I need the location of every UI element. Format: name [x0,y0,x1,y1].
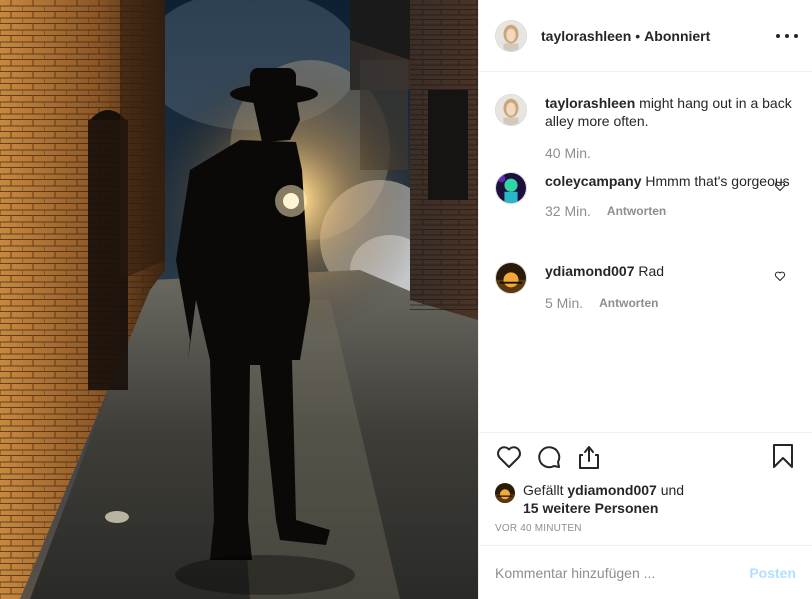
post-timestamp[interactable]: VOR 40 MINUTEN [479,523,812,534]
author-avatar[interactable] [495,19,527,52]
post-comment-button[interactable]: Posten [749,565,796,581]
post-side-panel: taylorashleen • Abonniert taylorashleen … [478,0,812,599]
separator-dot: • [635,27,641,44]
caption-time[interactable]: 40 Min. [545,144,591,162]
action-bar [479,433,812,481]
author-avatar[interactable] [495,94,527,126]
comment-item: coleycampany Hmmm that's gorgeous 32 Min… [495,172,796,220]
comment-icon[interactable] [535,443,563,471]
post-photo[interactable] [0,0,478,599]
post-header: taylorashleen • Abonniert [479,0,812,72]
more-options-icon[interactable] [776,26,798,46]
likes-conjunction: und [660,482,685,498]
comment-username[interactable]: coleycampany [545,173,642,189]
post-modal: taylorashleen • Abonniert taylorashleen … [0,0,812,599]
comment-item: ydiamond007 Rad 5 Min. Antworten [495,262,796,312]
comment-text: Hmmm that's gorgeous [645,173,790,189]
comment-text: Rad [638,263,665,279]
comment-time[interactable]: 32 Min. [545,202,591,220]
comment-form: Posten [479,545,812,599]
likes-summary: Gefällt ydiamond007 und 15 weitere Perso… [479,481,812,517]
comment-heart-icon[interactable] [774,270,786,282]
bookmark-icon[interactable] [772,443,798,471]
author-username[interactable]: taylorashleen [541,28,631,44]
likes-others[interactable]: 15 weitere Personen [523,500,658,516]
comment-input[interactable] [495,564,750,581]
commenter-avatar[interactable] [495,172,527,204]
liker-avatar[interactable] [495,483,515,503]
reply-button[interactable]: Antworten [599,294,658,312]
reply-button[interactable]: Antworten [607,202,666,220]
post-actions-area: Gefällt ydiamond007 und 15 weitere Perso… [479,432,812,534]
comment-username[interactable]: ydiamond007 [545,263,634,279]
share-icon[interactable] [575,443,603,471]
alley-photo-illustration [0,0,478,599]
caption-username[interactable]: taylorashleen [545,95,635,111]
follow-status[interactable]: Abonniert [644,28,710,44]
comment-time[interactable]: 5 Min. [545,294,583,312]
commenter-avatar[interactable] [495,262,527,294]
liker-username[interactable]: ydiamond007 [567,482,656,498]
likes-prefix: Gefällt [523,482,564,498]
heart-icon[interactable] [495,443,523,471]
caption: taylorashleen might hang out in a back a… [495,94,796,162]
comment-heart-icon[interactable] [774,180,786,192]
comments-list: taylorashleen might hang out in a back a… [479,72,812,432]
